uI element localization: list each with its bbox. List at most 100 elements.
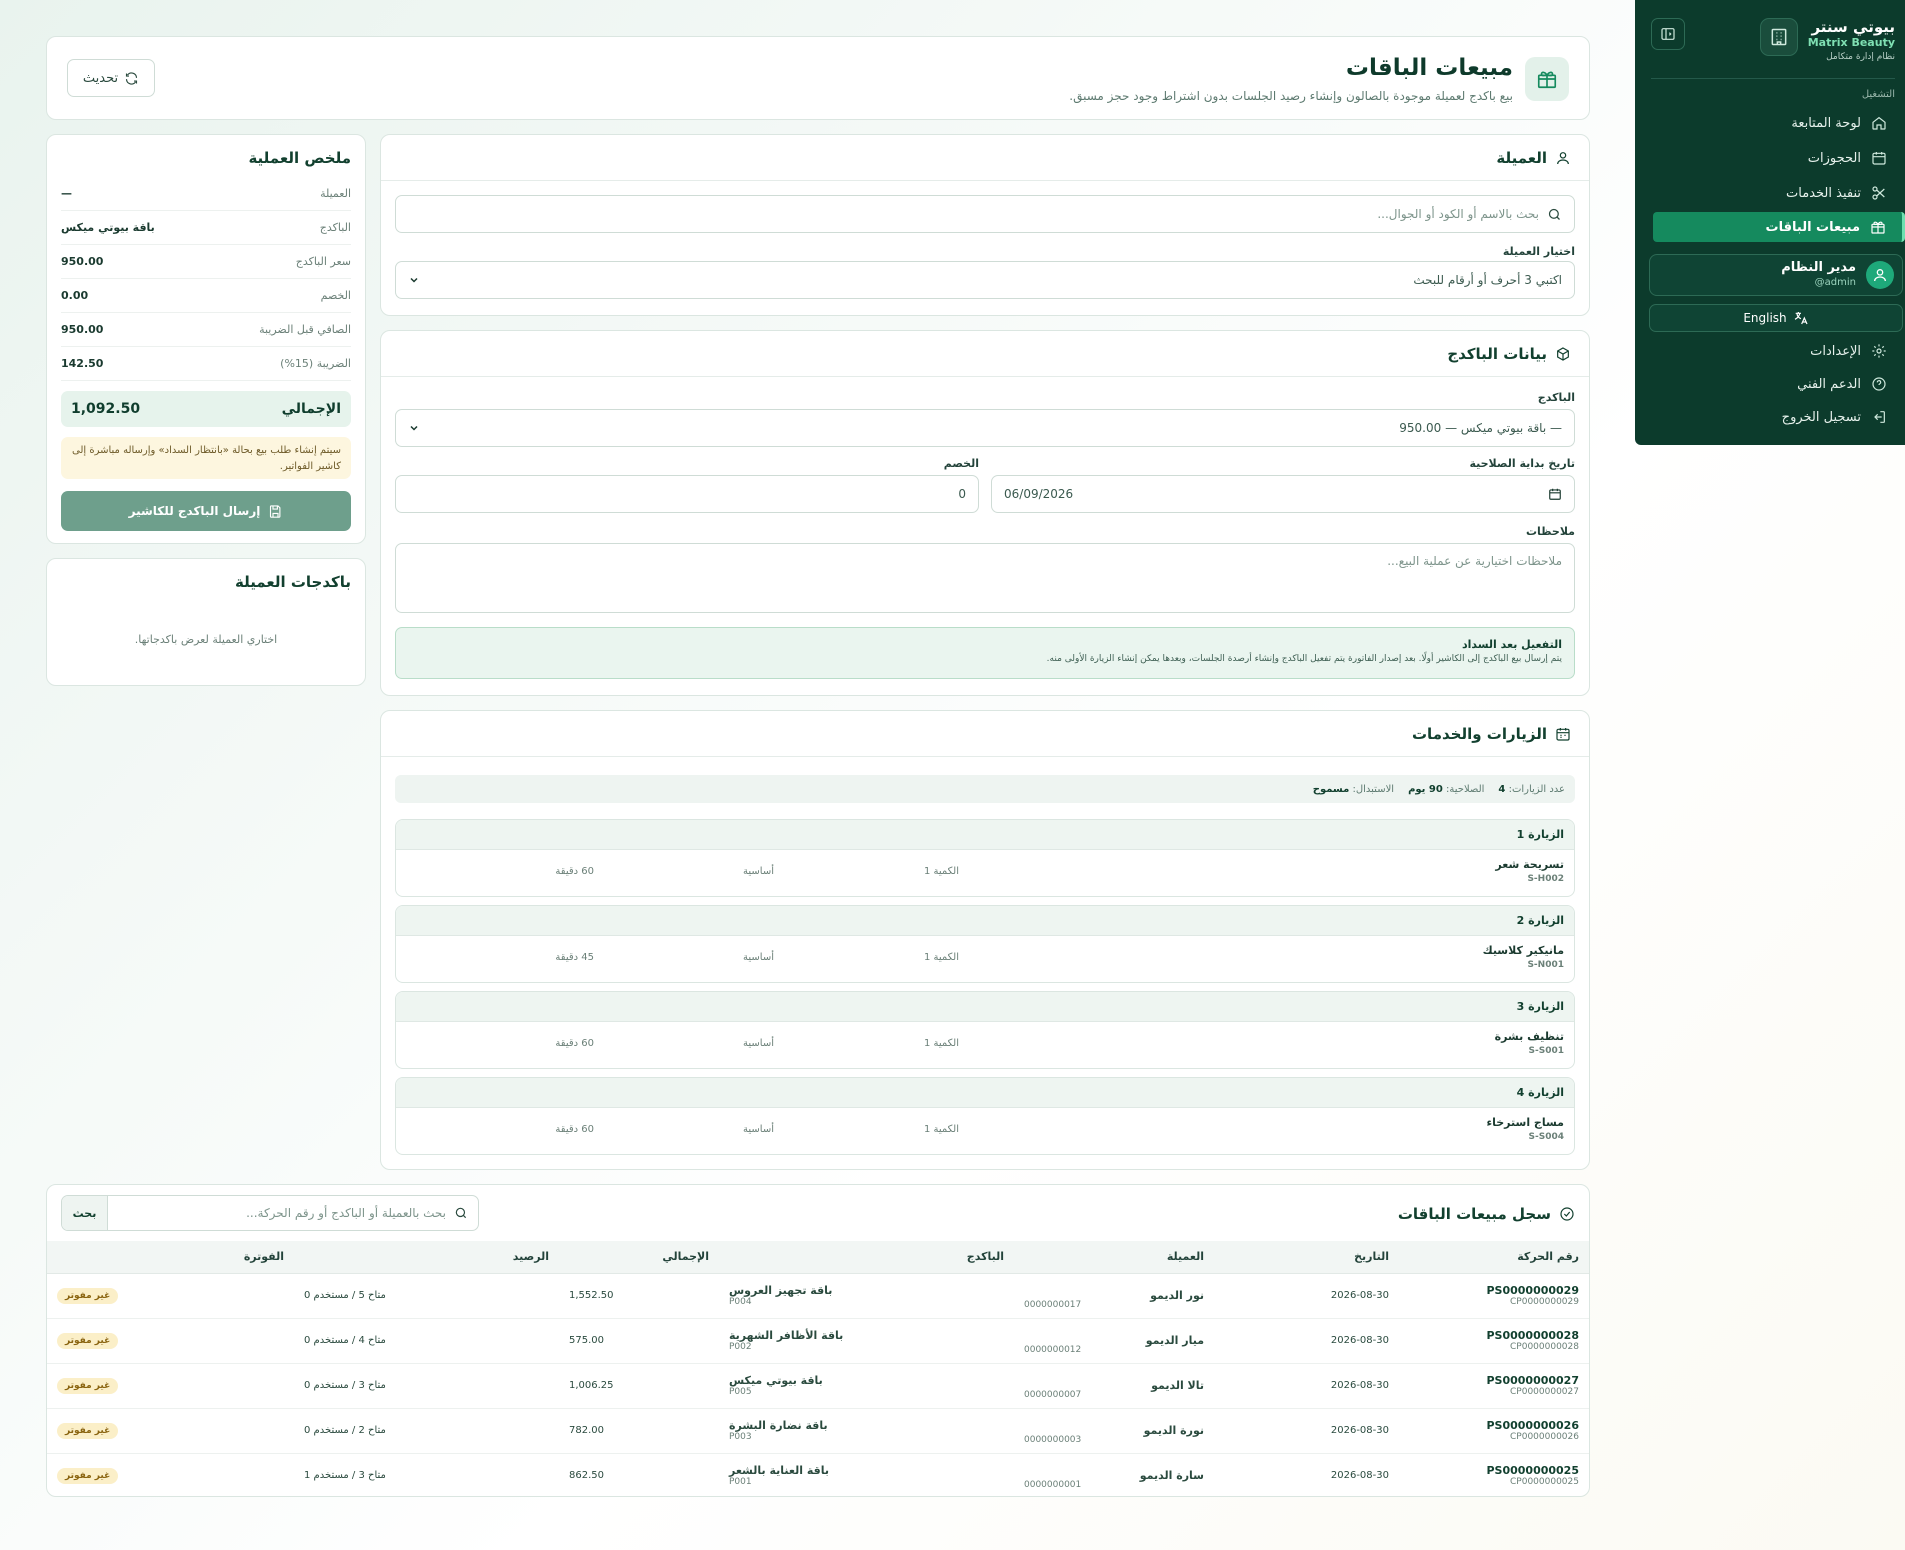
- column-header: العميلة: [1014, 1241, 1214, 1274]
- total-label: الإجمالي: [281, 401, 341, 417]
- txn-date: 2026-08-30: [1214, 1408, 1399, 1454]
- summary-label: الخصم: [320, 289, 351, 302]
- summary-value: باقة بيوتي ميكس: [61, 221, 155, 234]
- sidebar-item-label: لوحة المتابعة: [1791, 115, 1861, 131]
- package-select[interactable]: — باقة بيوتي ميكس — 950.00: [395, 409, 1575, 447]
- customer-select-label: اختيار العميلة: [1502, 245, 1575, 258]
- table-row[interactable]: PS0000000028 CP0000000028 2026-08-30 ميار…: [47, 1318, 1589, 1364]
- table-row[interactable]: PS0000000029 CP0000000029 2026-08-30 نور …: [47, 1273, 1589, 1319]
- visits-replace: الاستبدال: مسموح: [1313, 784, 1394, 795]
- sidebar-item-dashboard[interactable]: لوحة المتابعة: [1645, 108, 1891, 138]
- customer-search-input[interactable]: بحث بالاسم أو الكود أو الجوال...: [395, 195, 1575, 233]
- send-to-cashier-button[interactable]: إرسال الباكدج للكاشير: [61, 491, 351, 531]
- customer-code: 0000000001: [1024, 1479, 1082, 1490]
- sidebar-item-services[interactable]: تنفيذ الخدمات: [1645, 178, 1891, 208]
- visits-validity-label: الصلاحية:: [1446, 783, 1485, 795]
- summary-total: الإجمالي 1,092.50: [61, 391, 351, 427]
- refresh-button[interactable]: تحديث: [67, 59, 155, 97]
- service-qty: الكمية 1: [923, 952, 959, 963]
- package-code: P005: [729, 1387, 752, 1397]
- history-title: سجل مبيعات الباقات: [1397, 1205, 1551, 1223]
- language-label: English: [1743, 311, 1787, 325]
- language-toggle-button[interactable]: English: [1649, 304, 1903, 332]
- package-name: باقة الأظافر الشهرية: [729, 1329, 844, 1342]
- service-qty: الكمية 1: [923, 1124, 959, 1135]
- package-code: P003: [729, 1432, 752, 1442]
- user-icon: [1555, 150, 1571, 166]
- customer-select[interactable]: اكتبي 3 أحرف أو أرقام للبحث: [395, 261, 1575, 299]
- translate-icon: [1793, 310, 1809, 326]
- start-date-input[interactable]: 06/09/2026: [991, 475, 1575, 513]
- txn-total: 1,552.50: [559, 1273, 719, 1319]
- sidebar-item-label: مبيعات الباقات: [1765, 219, 1860, 235]
- history-header: سجل مبيعات الباقات: [1398, 1205, 1575, 1223]
- summary-label: الباكدج: [319, 221, 351, 234]
- page-subtitle: بيع باكدج لعميلة موجودة بالصالون وإنشاء …: [1069, 89, 1513, 103]
- sidebar-item-support[interactable]: الدعم الفني: [1645, 369, 1891, 399]
- visits-card-header: الزيارات والخدمات: [381, 711, 1589, 757]
- sidebar-item-package-sales[interactable]: مبيعات الباقات: [1653, 212, 1905, 242]
- txn-balance: متاح 4 / مستخدم 0: [294, 1318, 559, 1364]
- sidebar-section-label: التشغيل: [1861, 89, 1895, 100]
- customer-packages-card: باكدجات العميلة اختاري العميلة لعرض باكد…: [46, 558, 366, 686]
- visits-validity-value: 90 يوم: [1408, 783, 1443, 795]
- service-name: مانيكير كلاسيك: [1482, 944, 1564, 957]
- customer-code: 0000000017: [1024, 1299, 1082, 1310]
- status-badge: غير مفوتر: [57, 1377, 119, 1394]
- panel-toggle-icon: [1660, 26, 1676, 42]
- activation-title: التفعيل بعد السداد: [1461, 638, 1562, 651]
- history-search-button[interactable]: بحث: [62, 1196, 108, 1230]
- service-duration: 60 دقيقة: [555, 866, 594, 877]
- customer-code: 0000000012: [1024, 1344, 1082, 1355]
- sidebar-item-label: الإعدادات: [1810, 343, 1861, 359]
- table-row[interactable]: PS0000000027 CP0000000027 2026-08-30 تالا…: [47, 1363, 1589, 1409]
- visit-header: الزيارة 1: [396, 820, 1574, 850]
- sidebar-item-logout[interactable]: تسجيل الخروج: [1645, 402, 1891, 432]
- sidebar-item-label: الحجوزات: [1807, 150, 1861, 166]
- history-search-input[interactable]: بحث بالعميلة أو الباكدج أو رقم الحركة...: [108, 1206, 478, 1220]
- txn-date: 2026-08-30: [1214, 1363, 1399, 1409]
- txn-balance: متاح 3 / مستخدم 0: [294, 1363, 559, 1409]
- package-select-value: — باقة بيوتي ميكس — 950.00: [1399, 421, 1562, 435]
- status-badge: غير مفوتر: [57, 1332, 119, 1349]
- column-header: رقم الحركة: [1399, 1241, 1589, 1274]
- sidebar-item-settings[interactable]: الإعدادات: [1645, 336, 1891, 366]
- summary-label: الضريبة (15%): [280, 357, 351, 370]
- table-row[interactable]: PS0000000025 CP0000000025 2026-08-30 سارة…: [47, 1453, 1589, 1496]
- summary-value: 950.00: [61, 255, 104, 268]
- txn-total: 862.50: [559, 1453, 719, 1496]
- summary-value: 950.00: [61, 323, 104, 336]
- user-card[interactable]: مدير النظام @admin: [1649, 254, 1903, 296]
- home-icon: [1871, 115, 1887, 131]
- user-name: مدير النظام: [1781, 260, 1856, 275]
- package-select-label: الباكدج: [1537, 391, 1575, 404]
- txn-sub: CP0000000027: [1510, 1387, 1579, 1397]
- service-duration: 60 دقيقة: [555, 1038, 594, 1049]
- discount-input[interactable]: 0: [395, 475, 979, 513]
- sidebar-item-label: الدعم الفني: [1797, 376, 1861, 392]
- logout-icon: [1871, 409, 1887, 425]
- txn-number: PS0000000028: [1486, 1329, 1579, 1342]
- visits-validity: الصلاحية: 90 يوم: [1408, 784, 1484, 795]
- package-card: بيانات الباكدج الباكدج — باقة بيوتي ميكس…: [380, 330, 1590, 696]
- summary-row: الباكدج باقة بيوتي ميكس: [61, 211, 351, 245]
- notes-textarea[interactable]: ملاحظات اختيارية عن عملية البيع...: [395, 543, 1575, 613]
- table-row[interactable]: PS0000000026 CP0000000026 2026-08-30 نورة…: [47, 1408, 1589, 1454]
- txn-sub: CP0000000029: [1510, 1297, 1579, 1307]
- column-header: الإجمالي: [559, 1241, 719, 1274]
- visits-card-title: الزيارات والخدمات: [1411, 724, 1547, 743]
- activation-text: يتم إرسال بيع الباكدج إلى الكاشير أولًا.…: [1046, 654, 1562, 664]
- discount-label: الخصم: [943, 457, 979, 470]
- visits-count: عدد الزيارات: 4: [1498, 784, 1565, 795]
- sidebar-item-bookings[interactable]: الحجوزات: [1645, 143, 1891, 173]
- search-icon: [454, 1206, 468, 1220]
- calendar-icon: [1555, 726, 1571, 742]
- start-date-value: 06/09/2026: [1004, 487, 1074, 501]
- activation-notice: التفعيل بعد السداد يتم إرسال بيع الباكدج…: [395, 627, 1575, 679]
- summary-row: الخصم 0.00: [61, 279, 351, 313]
- summary-row: سعر الباكدج 950.00: [61, 245, 351, 279]
- refresh-label: تحديث: [82, 70, 119, 86]
- sidebar-toggle-button[interactable]: [1651, 18, 1685, 50]
- service-qty: الكمية 1: [923, 1038, 959, 1049]
- save-icon: [268, 504, 283, 519]
